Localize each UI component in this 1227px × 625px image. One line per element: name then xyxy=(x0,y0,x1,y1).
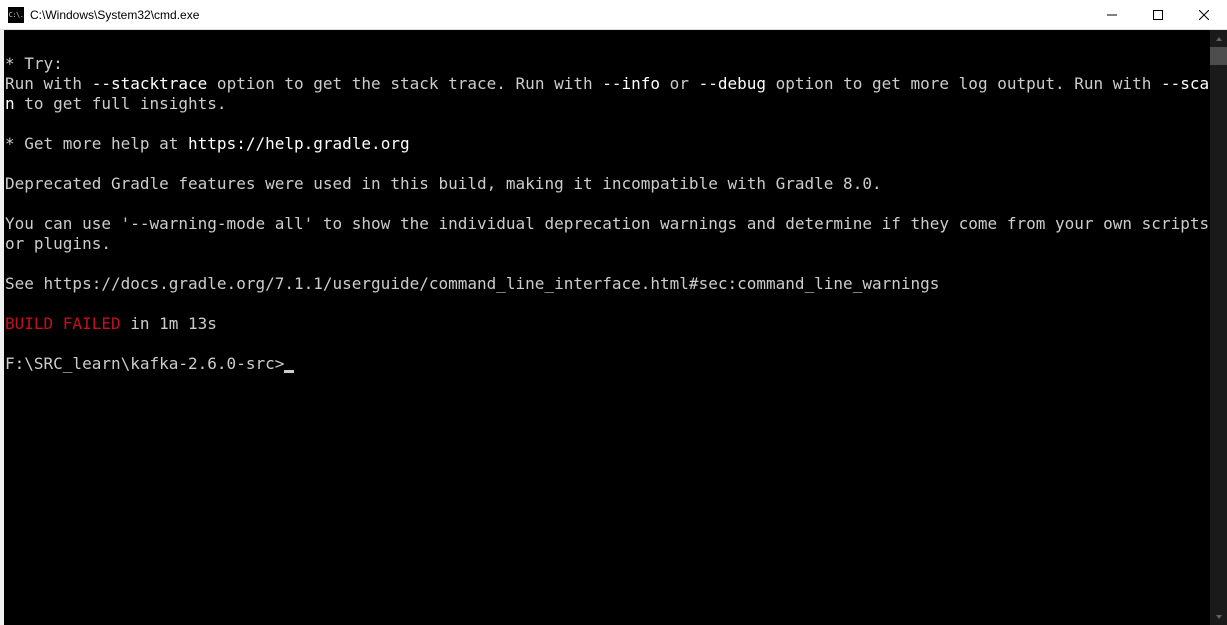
terminal-content: * Try: Run with --stacktrace option to g… xyxy=(4,30,1210,374)
text-line: Deprecated Gradle features were used in … xyxy=(5,174,882,193)
text-line: to get full insights. xyxy=(15,94,227,113)
terminal-output[interactable]: * Try: Run with --stacktrace option to g… xyxy=(4,30,1210,625)
command-prompt: F:\SRC_learn\kafka-2.6.0-src> xyxy=(5,354,284,373)
build-failed-text: BUILD FAILED xyxy=(5,314,121,333)
build-time-text: in 1m 13s xyxy=(121,314,217,333)
scroll-thumb[interactable] xyxy=(1210,47,1227,65)
text-line: * Get more help at xyxy=(5,134,188,153)
window-titlebar: C:\. C:\Windows\System32\cmd.exe xyxy=(0,0,1227,30)
option-stacktrace: --stacktrace xyxy=(92,74,208,93)
option-info: --info xyxy=(602,74,660,93)
terminal-container: * Try: Run with --stacktrace option to g… xyxy=(0,30,1227,625)
cmd-icon: C:\. xyxy=(8,7,24,23)
close-button[interactable] xyxy=(1181,0,1227,29)
text-line: Run with xyxy=(5,74,92,93)
scroll-down-button[interactable] xyxy=(1210,608,1227,625)
window-controls xyxy=(1089,0,1227,29)
text-line: or xyxy=(660,74,699,93)
maximize-button[interactable] xyxy=(1135,0,1181,29)
text-line: option to get more log output. Run with xyxy=(766,74,1161,93)
help-url: https://help.gradle.org xyxy=(188,134,410,153)
text-line: You can use '--warning-mode all' to show… xyxy=(5,214,1210,253)
minimize-button[interactable] xyxy=(1089,0,1135,29)
cursor xyxy=(284,370,294,373)
scroll-up-button[interactable] xyxy=(1210,30,1227,47)
text-line: * Try: xyxy=(5,54,63,73)
text-line: See https://docs.gradle.org/7.1.1/usergu… xyxy=(5,274,939,293)
text-line: option to get the stack trace. Run with xyxy=(207,74,602,93)
option-debug: --debug xyxy=(699,74,766,93)
vertical-scrollbar[interactable] xyxy=(1210,30,1227,625)
window-title: C:\Windows\System32\cmd.exe xyxy=(30,8,1089,22)
